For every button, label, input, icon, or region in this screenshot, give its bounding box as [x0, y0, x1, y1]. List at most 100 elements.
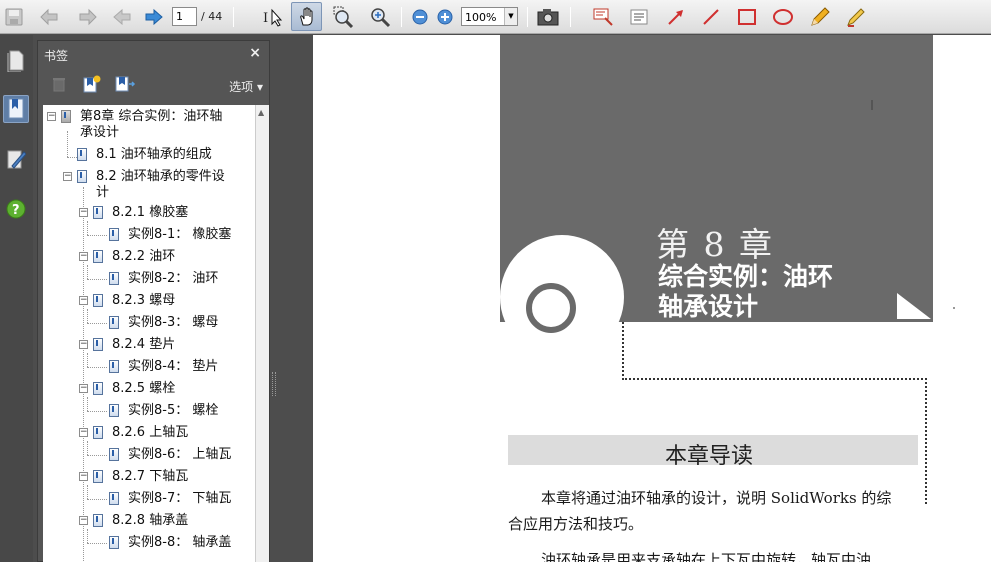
collapse-icon[interactable]: −: [79, 296, 88, 305]
bookmark-section-item[interactable]: − 8.2.5 螺栓: [79, 381, 248, 397]
scroll-up-icon[interactable]: ▲: [258, 108, 264, 117]
collapse-icon[interactable]: −: [79, 516, 88, 525]
zoom-in-icon[interactable]: [433, 5, 457, 29]
save-icon[interactable]: [2, 5, 26, 29]
bookmark-icon: [93, 294, 103, 307]
dynamic-zoom-icon[interactable]: [368, 5, 392, 29]
bookmark-icon: [93, 206, 103, 219]
zoom-select[interactable]: 100% ▼: [461, 7, 518, 26]
new-bookmark-icon[interactable]: [82, 75, 102, 97]
forward-icon[interactable]: [76, 5, 100, 29]
bookmark-icon: [77, 148, 87, 161]
tree-line: [87, 265, 88, 279]
page-number-input[interactable]: [172, 7, 197, 26]
bookmark-section-item[interactable]: − 8.2.1 橡胶塞: [79, 205, 248, 221]
signatures-icon[interactable]: [3, 145, 29, 173]
tree-line: [87, 235, 107, 236]
bookmark-leaf-item[interactable]: 实例8-6： 上轴瓦: [87, 441, 248, 463]
bookmark-leaf-item[interactable]: 实例8-7： 下轴瓦: [87, 485, 248, 507]
help-icon[interactable]: ?: [3, 195, 29, 223]
bookmarks-icon[interactable]: [3, 95, 29, 123]
document-page: 第 8 章 综合实例：油环 轴承设计 本章导读 本章将通过油环轴承的设计，说明 …: [313, 35, 991, 562]
page-total: / 44: [201, 10, 223, 23]
pencil-tool-icon[interactable]: [808, 5, 832, 29]
next-page-icon[interactable]: [142, 5, 166, 29]
scan-mark: [871, 100, 873, 110]
bookmark-icon: [93, 250, 103, 263]
back-icon[interactable]: [37, 5, 61, 29]
note-icon[interactable]: [592, 5, 616, 29]
panel-title: 书签: [44, 49, 69, 63]
collapse-icon[interactable]: −: [79, 252, 88, 261]
vertical-scrollbar[interactable]: ▲: [255, 105, 269, 562]
bookmark-section-item[interactable]: − 8.2.2 油环: [79, 249, 248, 265]
tree-line: [83, 187, 84, 562]
snapshot-icon[interactable]: [536, 5, 560, 29]
bookmark-leaf-item[interactable]: 实例8-8： 轴承盖: [87, 529, 248, 551]
tree-line: [87, 529, 88, 543]
bookmark-icon: [93, 382, 103, 395]
bookmark-label: 8.2.8 轴承盖: [112, 513, 189, 528]
collapse-icon[interactable]: −: [79, 472, 88, 481]
line-tool-icon[interactable]: [699, 5, 723, 29]
expand-bookmark-icon[interactable]: [114, 75, 136, 97]
bookmark-label: 8.2 油环轴承的零件设: [96, 169, 225, 184]
bookmark-label: 实例8-6： 上轴瓦: [128, 447, 232, 462]
tree-line: [87, 543, 107, 544]
delete-bookmark-icon[interactable]: [52, 76, 66, 96]
bookmark-label: 实例8-7： 下轴瓦: [128, 491, 232, 506]
marquee-zoom-icon[interactable]: [331, 5, 355, 29]
tree-line: [87, 279, 107, 280]
panel-splitter[interactable]: [272, 372, 276, 396]
options-menu[interactable]: 选项 ▾: [229, 78, 263, 95]
bookmark-leaf-item[interactable]: 实例8-2： 油环: [87, 265, 248, 287]
bookmark-leaf-item[interactable]: 实例8-1： 橡胶塞: [87, 221, 248, 243]
tree-line: [87, 411, 107, 412]
zoom-out-icon[interactable]: [408, 5, 432, 29]
highlighter-icon[interactable]: [844, 5, 868, 29]
bookmark-section-item[interactable]: − 8.2.6 上轴瓦: [79, 425, 248, 441]
bookmark-section-item[interactable]: − 8.2.7 下轴瓦: [79, 469, 248, 485]
toolbar-separator: [570, 7, 571, 27]
rectangle-tool-icon[interactable]: [735, 5, 759, 29]
bookmark-label: 8.2.2 油环: [112, 249, 176, 264]
dotted-frame: [925, 378, 927, 504]
hand-tool-icon[interactable]: [291, 2, 322, 31]
toolbar-separator: [233, 7, 234, 27]
panel-toolbar: 选项 ▾: [38, 69, 269, 97]
bookmark-leaf-item[interactable]: 实例8-4： 垫片: [87, 353, 248, 375]
bookmark-item[interactable]: − 第8章 综合实例：油环轴 承设计: [47, 109, 252, 141]
oval-tool-icon[interactable]: [771, 5, 795, 29]
bookmark-section-item[interactable]: − 8.2.4 垫片: [79, 337, 248, 353]
bookmark-section-item[interactable]: − 8.2.8 轴承盖: [79, 513, 248, 529]
tree-line: [87, 455, 107, 456]
select-tool-icon[interactable]: I: [262, 5, 286, 29]
collapse-icon[interactable]: −: [79, 208, 88, 217]
collapse-icon[interactable]: −: [63, 172, 72, 181]
bookmark-icon: [109, 228, 119, 241]
close-icon[interactable]: ×: [249, 45, 261, 61]
bookmark-item[interactable]: 8.1 油环轴承的组成: [63, 147, 248, 163]
previous-page-icon[interactable]: [110, 5, 134, 29]
arrow-tool-icon[interactable]: [664, 5, 688, 29]
bookmark-icon: [93, 338, 103, 351]
tree-line: [87, 441, 88, 455]
banner-ring: [526, 283, 576, 333]
tree-line: [87, 367, 107, 368]
collapse-icon[interactable]: −: [79, 384, 88, 393]
bookmark-leaf-item[interactable]: 实例8-5： 螺栓: [87, 397, 248, 419]
collapse-icon[interactable]: −: [47, 112, 56, 121]
collapse-icon[interactable]: −: [79, 340, 88, 349]
text-edit-icon[interactable]: [627, 5, 651, 29]
pages-icon[interactable]: [3, 47, 29, 75]
bookmark-item[interactable]: − 8.2 油环轴承的零件设 计: [63, 169, 248, 201]
bookmark-label: 8.2.7 下轴瓦: [112, 469, 189, 484]
collapse-icon[interactable]: −: [79, 428, 88, 437]
bookmark-icon: [109, 316, 119, 329]
bookmark-tree: − 第8章 综合实例：油环轴 承设计 8.1 油环轴承的组成 − 8.2 油环轴…: [43, 105, 255, 562]
bookmark-icon: [109, 448, 119, 461]
chevron-down-icon[interactable]: ▼: [504, 8, 517, 25]
dotted-frame: [622, 322, 927, 380]
bookmark-leaf-item[interactable]: 实例8-3： 螺母: [87, 309, 248, 331]
bookmark-section-item[interactable]: − 8.2.3 螺母: [79, 293, 248, 309]
